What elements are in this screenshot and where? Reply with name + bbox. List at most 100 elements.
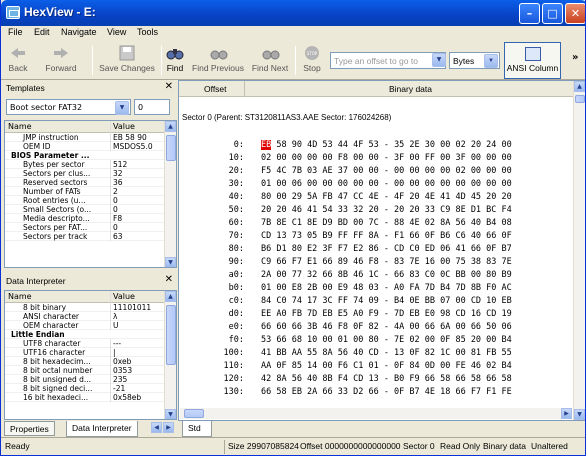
- find-button[interactable]: Find: [164, 42, 186, 78]
- col-value[interactable]: Value: [110, 121, 166, 133]
- grid-row[interactable]: Sectors per track 63: [5, 232, 176, 241]
- hex-row[interactable]: f0: 53 66 68 10 00 01 00 80 - 7E 02 00 0F…: [179, 334, 574, 346]
- grid-row[interactable]: OEM character U: [5, 321, 176, 330]
- scroll-down-icon[interactable]: ▼: [165, 257, 176, 267]
- tab-scroll-right-icon[interactable]: ▶: [163, 422, 174, 433]
- hex-vertical-scrollbar[interactable]: ▲ ▼: [573, 81, 585, 420]
- grid-row[interactable]: 8 bit binary 11101011: [5, 303, 176, 312]
- hex-row-bytes[interactable]: 7B 8E C1 8E D9 BD 00 7C - 88 4E 02 8A 56…: [261, 217, 569, 229]
- hex-row[interactable]: 30: 01 00 06 00 00 00 00 00 - 00 00 00 00…: [179, 178, 574, 190]
- find-next-button[interactable]: Find Next: [250, 42, 290, 78]
- hex-row-bytes[interactable]: AA 0F 85 14 00 F6 C1 01 - 0F 84 0D 00 FE…: [261, 360, 569, 372]
- hex-row-bytes[interactable]: 41 BB AA 55 8A 56 40 CD - 13 0F 82 1C 00…: [261, 347, 569, 359]
- hex-row-bytes[interactable]: 66 60 66 3B 46 F8 0F 82 - 4A 00 66 6A 00…: [261, 321, 569, 333]
- hex-view[interactable]: Offset Binary data Sector 0 (Parent: ST3…: [178, 80, 585, 421]
- hex-row[interactable]: 90: C9 66 F7 E1 66 89 46 F8 - 83 7E 16 00…: [179, 256, 574, 268]
- find-previous-button[interactable]: Find Previous: [191, 42, 245, 78]
- menu-file[interactable]: File: [8, 27, 23, 37]
- grid-row[interactable]: Sectors per FAT... 0: [5, 223, 176, 232]
- ansi-column-button[interactable]: ANSI Column: [504, 42, 561, 79]
- grid-row[interactable]: ANSI character λ: [5, 312, 176, 321]
- close-icon[interactable]: ✕: [165, 274, 173, 285]
- grid-row[interactable]: UTF8 character ---: [5, 339, 176, 348]
- grid-row[interactable]: BIOS Parameter ...: [5, 151, 176, 160]
- grid-row[interactable]: UTF16 character |: [5, 348, 176, 357]
- stop-button[interactable]: STOP Stop: [299, 42, 325, 78]
- scroll-up-icon[interactable]: ▲: [165, 291, 176, 302]
- unit-select[interactable]: Bytes ▼: [449, 52, 500, 69]
- hex-row[interactable]: 60: 7B 8E C1 8E D9 BD 00 7C - 88 4E 02 8A…: [179, 217, 574, 229]
- scroll-thumb[interactable]: [166, 305, 176, 365]
- hex-row[interactable]: d0: EE A0 FB 7D EB E5 A0 F9 - 7D EB E0 98…: [179, 308, 574, 320]
- toolbar-overflow-icon[interactable]: »: [572, 52, 578, 63]
- col-binary-data[interactable]: Binary data: [389, 84, 432, 94]
- grid-row[interactable]: Reserved sectors 36: [5, 178, 176, 187]
- hex-row[interactable]: b0: 01 00 E8 2B 00 E9 48 03 - A0 FA 7D B4…: [179, 282, 574, 294]
- tab-std[interactable]: Std: [182, 421, 212, 437]
- hex-row[interactable]: a0: 2A 00 77 32 66 8B 46 1C - 66 83 C0 0C…: [179, 269, 574, 281]
- hex-row-bytes[interactable]: B6 D1 80 E2 3F F7 E2 86 - CD C0 ED 06 41…: [261, 243, 569, 255]
- close-button[interactable]: ✕: [565, 3, 585, 24]
- back-button[interactable]: Back: [4, 42, 32, 78]
- hex-row-bytes[interactable]: CD 13 73 05 B9 FF FF 8A - F1 66 0F B6 C6…: [261, 230, 569, 242]
- grid-row[interactable]: 8 bit unsigned d... 235: [5, 375, 176, 384]
- interpreter-scrollbar[interactable]: ▲ ▼: [164, 291, 176, 419]
- grid-row[interactable]: Media descripto... F8: [5, 214, 176, 223]
- hex-row-bytes[interactable]: F5 4C 7B 03 AE 37 00 00 - 00 00 00 00 02…: [261, 165, 569, 177]
- grid-row[interactable]: Little Endian: [5, 330, 176, 339]
- selected-byte[interactable]: EB: [261, 140, 272, 150]
- hex-horizontal-scrollbar[interactable]: ▶: [180, 408, 572, 419]
- hex-row-bytes[interactable]: C9 66 F7 E1 66 89 46 F8 - 83 7E 16 00 75…: [261, 256, 569, 268]
- grid-row[interactable]: Sectors per clus... 32: [5, 169, 176, 178]
- hex-row[interactable]: c0: 84 C0 74 17 3C FF 74 09 - B4 0E BB 07…: [179, 295, 574, 307]
- scroll-thumb[interactable]: [575, 95, 585, 103]
- grid-row[interactable]: 8 bit signed deci... -21: [5, 384, 176, 393]
- hex-row[interactable]: 50: 20 20 46 41 54 33 32 20 - 20 20 33 C9…: [179, 204, 574, 216]
- hex-row-bytes[interactable]: 80 00 29 5A FB 47 CC 4E - 4F 20 4E 41 4D…: [261, 191, 569, 203]
- scroll-down-icon[interactable]: ▼: [574, 409, 585, 420]
- scroll-up-icon[interactable]: ▲: [165, 121, 176, 132]
- offset-dropdown[interactable]: ▼: [431, 52, 447, 69]
- hex-row-bytes[interactable]: EE A0 FB 7D EB E5 A0 F9 - 7D EB E0 98 CD…: [261, 308, 569, 320]
- hex-row[interactable]: 0: EB 58 90 4D 53 44 4F 53 - 35 2E 30 00 …: [179, 139, 574, 151]
- hex-row[interactable]: 70: CD 13 73 05 B9 FF FF 8A - F1 66 0F B6…: [179, 230, 574, 242]
- scroll-down-icon[interactable]: ▼: [165, 409, 176, 419]
- scroll-thumb[interactable]: [184, 409, 204, 418]
- save-changes-button[interactable]: Save Changes: [97, 42, 157, 78]
- menu-navigate[interactable]: Navigate: [61, 27, 97, 37]
- grid-row[interactable]: 8 bit hexadecim... 0xeb: [5, 357, 176, 366]
- scroll-thumb[interactable]: [166, 135, 176, 161]
- grid-row[interactable]: Small Sectors (o... 0: [5, 205, 176, 214]
- close-icon[interactable]: ✕: [165, 81, 173, 92]
- menu-tools[interactable]: Tools: [137, 27, 158, 37]
- hex-row[interactable]: 10: 02 00 00 00 00 F8 00 00 - 3F 00 FF 00…: [179, 152, 574, 164]
- offset-input[interactable]: Type an offset to go to: [330, 52, 446, 69]
- hex-row[interactable]: 120: 42 8A 56 40 8B F4 CD 13 - B0 F9 66 5…: [179, 373, 574, 385]
- hex-row-bytes[interactable]: 01 00 06 00 00 00 00 00 - 00 00 00 00 00…: [261, 178, 569, 190]
- hex-row-bytes[interactable]: 02 00 00 00 00 F8 00 00 - 3F 00 FF 00 3F…: [261, 152, 569, 164]
- grid-row[interactable]: 8 bit octal number 0353: [5, 366, 176, 375]
- hex-row-bytes[interactable]: 2A 00 77 32 66 8B 46 1C - 66 83 C0 0C BB…: [261, 269, 569, 281]
- minimize-button[interactable]: –: [519, 3, 540, 24]
- scroll-up-icon[interactable]: ▲: [574, 81, 585, 92]
- col-offset[interactable]: Offset: [204, 84, 227, 94]
- hex-row[interactable]: 100: 41 BB AA 55 8A 56 40 CD - 13 0F 82 1…: [179, 347, 574, 359]
- grid-row[interactable]: Root entries (u... 0: [5, 196, 176, 205]
- col-value[interactable]: Value: [110, 291, 166, 303]
- tab-properties[interactable]: Properties: [4, 421, 55, 436]
- menu-view[interactable]: View: [107, 27, 126, 37]
- grid-row[interactable]: JMP instruction EB 58 90: [5, 133, 176, 142]
- template-index-input[interactable]: 0: [134, 99, 170, 115]
- hex-row[interactable]: 20: F5 4C 7B 03 AE 37 00 00 - 00 00 00 00…: [179, 165, 574, 177]
- hex-row[interactable]: 130: 66 58 EB 2A 66 33 D2 66 - 0F B7 4E 1…: [179, 386, 574, 398]
- col-name[interactable]: Name: [8, 121, 112, 133]
- scroll-right-icon[interactable]: ▶: [561, 408, 572, 419]
- hex-row-bytes[interactable]: 42 8A 56 40 8B F4 CD 13 - B0 F9 66 58 66…: [261, 373, 569, 385]
- grid-row[interactable]: Number of FATs 2: [5, 187, 176, 196]
- grid-row[interactable]: OEM ID MSDOS5.0: [5, 142, 176, 151]
- hex-row-bytes[interactable]: 01 00 E8 2B 00 E9 48 03 - A0 FA 7D B4 7D…: [261, 282, 569, 294]
- hex-row-bytes[interactable]: EB 58 90 4D 53 44 4F 53 - 35 2E 30 00 02…: [261, 139, 569, 151]
- hex-row-bytes[interactable]: 20 20 46 41 54 33 32 20 - 20 20 33 C9 8E…: [261, 204, 569, 216]
- hex-row[interactable]: 40: 80 00 29 5A FB 47 CC 4E - 4F 20 4E 41…: [179, 191, 574, 203]
- hex-row-bytes[interactable]: 53 66 68 10 00 01 00 80 - 7E 02 00 0F 85…: [261, 334, 569, 346]
